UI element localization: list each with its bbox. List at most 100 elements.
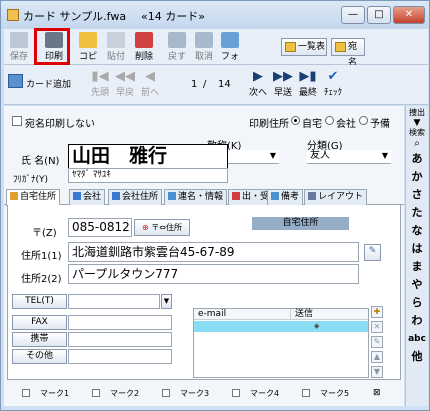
no-address-print-label: 宛名印刷しない [25,119,95,130]
filter-icon[interactable]: ▼ [406,118,428,128]
tab-company[interactable]: 会社 [69,189,106,205]
toolbar-save-button[interactable]: 保存 [6,31,32,63]
fax-button[interactable]: FAX [12,315,67,330]
mobile-button[interactable]: 携帯 [12,332,67,347]
address1-field[interactable]: 北海道釧路市紫雲台45-67-89 [68,242,359,262]
print-home-radio[interactable] [291,116,300,125]
layout-icon [308,192,316,200]
navigation-bar: カード追加 ▮◀ 先頭 ◀◀ 早戻 ◀ 前へ 1 / 14 ▶ 次へ ▶▶ 早送 ▶▮ 最終… [4,65,428,105]
move-up-icon[interactable]: ▲ [371,351,383,363]
tab-home-address[interactable]: 自宅住所 [6,189,61,206]
fax-field[interactable] [68,315,172,330]
edit-email-icon[interactable]: ✎ [371,336,383,348]
tab-notes[interactable]: 備考 [267,189,304,205]
card-form: 宛名印刷しない 印刷住所 自宅 会社 予備 敬称(K) 様▼ 分類(G) 友人▼… [4,106,404,406]
index-kana-0[interactable]: あ [406,150,428,168]
check-button[interactable]: ✔ ﾁｪｯｸ [322,69,344,98]
tel-dropdown-button[interactable]: ▼ [161,294,172,309]
postal-field[interactable]: 085-0812 [68,218,132,237]
search-label: 検索 [409,128,425,137]
toolbar-button-label: 戻す [167,52,186,62]
last-icon: ▶▮ [299,69,317,84]
mobile-field[interactable] [68,332,172,347]
index-kana-5[interactable]: は [406,240,428,258]
address2-field[interactable]: パープルタウン777 [68,264,359,284]
tel-button[interactable]: TEL(T) [12,294,67,309]
other-phone-button[interactable]: その他 [12,349,67,364]
tab-joint-info-label: 連名・情報 [178,192,224,202]
email-row[interactable]: ◆ [194,321,368,332]
index-kana-1[interactable]: か [406,168,428,186]
chevron-down-icon: ▼ [163,297,170,305]
delete-email-icon[interactable]: ✕ [371,321,383,333]
window-title: カード サンプル.fwa [23,10,127,23]
no-address-print-checkbox[interactable] [12,116,22,126]
index-kana-3[interactable]: た [406,204,428,222]
marks-end-icon[interactable]: ⊠ [373,388,381,398]
mark-5-checkbox[interactable] [302,389,310,397]
tel-field[interactable] [68,294,160,309]
index-kana-4[interactable]: な [406,222,428,240]
mark-3-checkbox[interactable] [162,389,170,397]
fast-next-button[interactable]: ▶▶ 早送 [272,69,294,98]
tab-joint-info[interactable]: 連名・情報 [164,189,228,205]
index-kana-6[interactable]: ま [406,258,428,276]
prev-button[interactable]: ◀ 前へ [139,69,161,98]
add-email-icon[interactable]: ✚ [371,306,383,318]
toolbar-delete-button[interactable]: 削除 [131,31,157,63]
postal-convert-label: 〒⇔住所 [151,223,182,232]
bunrui-value: 友人 [310,150,330,161]
binoculars-icon[interactable]: ⌕ [406,138,428,150]
index-kana-7[interactable]: や [406,276,428,294]
paste-icon [107,32,125,48]
list-view-label: 一覧表 [298,42,326,52]
print-company-label: 会社 [336,119,356,130]
fast-next-label: 早送 [273,88,292,98]
current-page: 1 [191,79,198,90]
index-kana-9[interactable]: わ [406,312,428,330]
index-kana-8[interactable]: ら [406,294,428,312]
chevron-down-icon: ▼ [269,151,276,160]
add-card-button[interactable]: カード追加 [8,74,71,90]
other-phone-field[interactable] [68,349,172,364]
mark-4-checkbox[interactable] [232,389,240,397]
home-icon [10,192,18,200]
list-icon [285,42,296,52]
bunrui-select[interactable]: 友人 ▼ [307,150,391,164]
toolbar-redo-button[interactable]: 取消 [191,31,217,63]
toolbar-form-button[interactable]: フォーム [217,31,243,75]
redo-icon [195,32,213,48]
toolbar-undo-button[interactable]: 戻す [164,31,190,63]
index-other[interactable]: 他 [406,348,428,366]
furigana-field[interactable]: ﾔﾏﾀﾞ ﾏｻﾕｷ [68,168,228,183]
print-address-label: 印刷住所 [249,119,289,130]
tab-sent-received-label: 出・受 [242,192,270,202]
postal-convert-button[interactable]: ⊕ 〒⇔住所 [134,219,190,236]
maximize-button[interactable]: □ [367,6,391,24]
mark-2-checkbox[interactable] [92,389,100,397]
mark-1-checkbox[interactable] [22,389,30,397]
check-label: ﾁｪｯｸ [323,88,342,98]
print-spare-label: 予備 [370,119,390,130]
first-button[interactable]: ▮◀ 先頭 [89,69,111,98]
tab-company-address[interactable]: 会社住所 [108,189,163,205]
close-button[interactable]: ✕ [393,6,425,24]
fast-prev-button[interactable]: ◀◀ 早戻 [114,69,136,98]
edit-address-button[interactable]: ✎ [364,244,381,261]
tab-layout[interactable]: レイアウト [304,189,368,205]
index-kana-2[interactable]: さ [406,186,428,204]
index-abc[interactable]: abc [406,330,428,348]
move-down-icon[interactable]: ▼ [371,366,383,378]
mark-5-label: マーク5 [320,389,350,398]
list-view-button[interactable]: 一覧表 [281,38,327,56]
toolbar-copy-button[interactable]: コピー [75,31,101,75]
print-spare-radio[interactable] [359,116,368,125]
last-button[interactable]: ▶▮ 最終 [297,69,319,98]
mark-bar: マーク1 マーク2 マーク3 マーク4 マーク5 ⊠ [4,383,404,405]
name-field[interactable]: 山田 雅行 [68,144,228,169]
address-button[interactable]: 宛 名 [331,38,365,68]
minimize-button[interactable]: — [341,6,365,24]
print-company-radio[interactable] [325,116,334,125]
toolbar-paste-button[interactable]: 貼付 [103,31,129,63]
next-button[interactable]: ▶ 次へ [247,69,269,98]
